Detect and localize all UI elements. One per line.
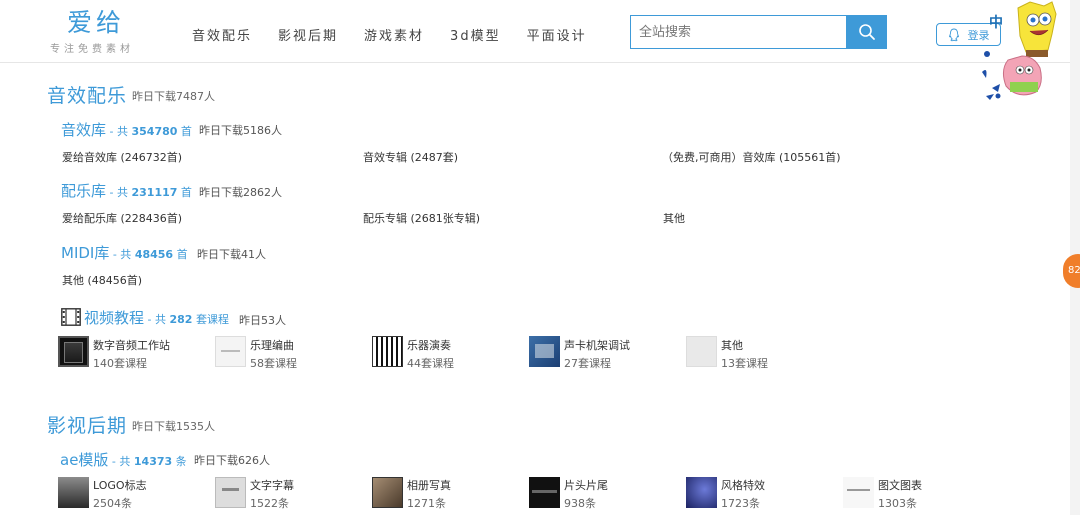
tile-count: 13套课程 bbox=[721, 357, 768, 370]
top-header: 爱给 专注免费素材 音效配乐 影视后期 游戏素材 3d模型 平面设计 登录 bbox=[0, 0, 1080, 63]
tile-name[interactable]: LOGO标志 bbox=[93, 477, 147, 493]
language-switch[interactable]: 中 bbox=[989, 12, 1003, 32]
tile-name[interactable]: 相册写真 bbox=[407, 477, 451, 493]
category-total: 48456 bbox=[134, 248, 174, 261]
nav-game[interactable]: 游戏素材 bbox=[364, 25, 424, 44]
category-total-prefix: - 共 bbox=[108, 455, 134, 468]
tile-name[interactable]: 风格特效 bbox=[721, 477, 765, 493]
site-logo[interactable]: 爱给 专注免费素材 bbox=[50, 8, 160, 55]
category-unit: 条 bbox=[172, 455, 187, 468]
tile-count: 1303条 bbox=[878, 497, 917, 510]
category-total-prefix: - 共 bbox=[106, 125, 132, 138]
tile-thumbnail-text[interactable] bbox=[215, 477, 246, 508]
category-total: 231117 bbox=[131, 186, 178, 199]
logo-tagline: 专注免费素材 bbox=[50, 44, 134, 55]
category-unit: 首 bbox=[177, 186, 192, 199]
category-total-prefix: - 共 bbox=[144, 313, 170, 326]
tile-thumbnail-intro[interactable] bbox=[529, 477, 560, 508]
tile-thumbnail-daw[interactable] bbox=[58, 336, 89, 367]
tile-count: 1522条 bbox=[250, 497, 289, 510]
tile-thumbnail-instrument[interactable] bbox=[372, 336, 403, 367]
category-total: 282 bbox=[169, 313, 193, 326]
section-title-film[interactable]: 影视后期 bbox=[47, 411, 127, 438]
link-midi-other[interactable]: 其他 (48456首) bbox=[62, 272, 142, 288]
tile-count: 938条 bbox=[564, 497, 596, 510]
tile-count: 1723条 bbox=[721, 497, 760, 510]
category-name[interactable]: ae模版 bbox=[60, 451, 108, 469]
logo-title[interactable]: 爱给 bbox=[50, 8, 160, 38]
section-yesterday-film: 昨日下载1535人 bbox=[132, 420, 215, 433]
category-sfx[interactable]: 音效库 - 共 354780 首 bbox=[61, 119, 192, 140]
tile-count: 27套课程 bbox=[564, 357, 611, 370]
tile-thumbnail-logo[interactable] bbox=[58, 477, 89, 508]
search-button[interactable] bbox=[846, 15, 887, 49]
tile-count: 1271条 bbox=[407, 497, 446, 510]
category-total-prefix: - 共 bbox=[106, 186, 132, 199]
category-name[interactable]: 视频教程 bbox=[84, 309, 144, 327]
nav-audio[interactable]: 音效配乐 bbox=[192, 25, 252, 44]
category-music[interactable]: 配乐库 - 共 231117 首 bbox=[61, 180, 192, 201]
tile-count: 44套课程 bbox=[407, 357, 454, 370]
tile-count: 2504条 bbox=[93, 497, 132, 510]
category-total: 14373 bbox=[133, 455, 173, 468]
tile-count: 140套课程 bbox=[93, 357, 147, 370]
tile-name[interactable]: 图文图表 bbox=[878, 477, 922, 493]
search-box bbox=[630, 15, 887, 51]
category-yesterday: 昨日下载5186人 bbox=[199, 124, 282, 137]
link-music-other[interactable]: 其他 bbox=[663, 210, 685, 226]
link-sfx-free[interactable]: （免费,可商用）音效库 (105561首) bbox=[662, 149, 841, 165]
category-yesterday: 昨日下载41人 bbox=[197, 248, 266, 261]
category-name[interactable]: 音效库 bbox=[61, 121, 106, 139]
nav-3d[interactable]: 3d模型 bbox=[450, 25, 501, 44]
tile-name[interactable]: 乐理编曲 bbox=[250, 337, 294, 353]
category-unit: 首 bbox=[177, 125, 192, 138]
category-total: 354780 bbox=[131, 125, 178, 138]
link-sfx-album[interactable]: 音效专辑 (2487套) bbox=[363, 149, 458, 165]
qq-icon bbox=[948, 28, 959, 41]
tile-count: 58套课程 bbox=[250, 357, 297, 370]
link-sfx-library[interactable]: 爱给音效库 (246732首) bbox=[62, 149, 182, 165]
tile-thumbnail-album[interactable] bbox=[372, 477, 403, 508]
category-yesterday: 昨日下载626人 bbox=[194, 454, 270, 467]
main-nav: 音效配乐 影视后期 游戏素材 3d模型 平面设计 bbox=[192, 25, 613, 44]
tile-name[interactable]: 文字字幕 bbox=[250, 477, 294, 493]
category-midi[interactable]: MIDI库 - 共 48456 首 bbox=[61, 242, 188, 263]
category-video-tutorials[interactable]: 视频教程 - 共 282 套课程 bbox=[61, 307, 229, 328]
category-unit: 套课程 bbox=[192, 313, 229, 326]
tile-thumbnail-soundcard[interactable] bbox=[529, 336, 560, 367]
category-total-prefix: - 共 bbox=[109, 248, 135, 261]
nav-film[interactable]: 影视后期 bbox=[278, 25, 338, 44]
category-yesterday: 昨日53人 bbox=[239, 314, 286, 327]
search-input[interactable] bbox=[630, 15, 846, 49]
tile-thumbnail-effects[interactable] bbox=[686, 477, 717, 508]
category-ae-templates[interactable]: ae模版 - 共 14373 条 bbox=[60, 449, 187, 470]
film-icon bbox=[61, 308, 81, 326]
section-title-audio[interactable]: 音效配乐 bbox=[47, 81, 127, 108]
nav-graphic[interactable]: 平面设计 bbox=[527, 25, 587, 44]
category-yesterday: 昨日下载2862人 bbox=[199, 186, 282, 199]
category-unit: 首 bbox=[173, 248, 188, 261]
category-name[interactable]: 配乐库 bbox=[61, 182, 106, 200]
tile-name[interactable]: 乐器演奏 bbox=[407, 337, 451, 353]
link-music-library[interactable]: 爱给配乐库 (228436首) bbox=[62, 210, 182, 226]
tile-name[interactable]: 其他 bbox=[721, 337, 743, 353]
tile-thumbnail-theory[interactable] bbox=[215, 336, 246, 367]
link-music-album[interactable]: 配乐专辑 (2681张专辑) bbox=[363, 210, 480, 226]
category-name[interactable]: MIDI库 bbox=[61, 244, 109, 262]
tile-thumbnail-infographic[interactable] bbox=[843, 477, 874, 508]
tile-name[interactable]: 数字音频工作站 bbox=[93, 337, 170, 353]
side-float-badge[interactable]: 82 bbox=[1063, 254, 1080, 288]
tile-name[interactable]: 声卡机架调试 bbox=[564, 337, 630, 353]
tile-thumbnail-other[interactable] bbox=[686, 336, 717, 367]
search-icon bbox=[858, 24, 875, 40]
tile-name[interactable]: 片头片尾 bbox=[564, 477, 608, 493]
section-yesterday-audio: 昨日下载7487人 bbox=[132, 90, 215, 103]
